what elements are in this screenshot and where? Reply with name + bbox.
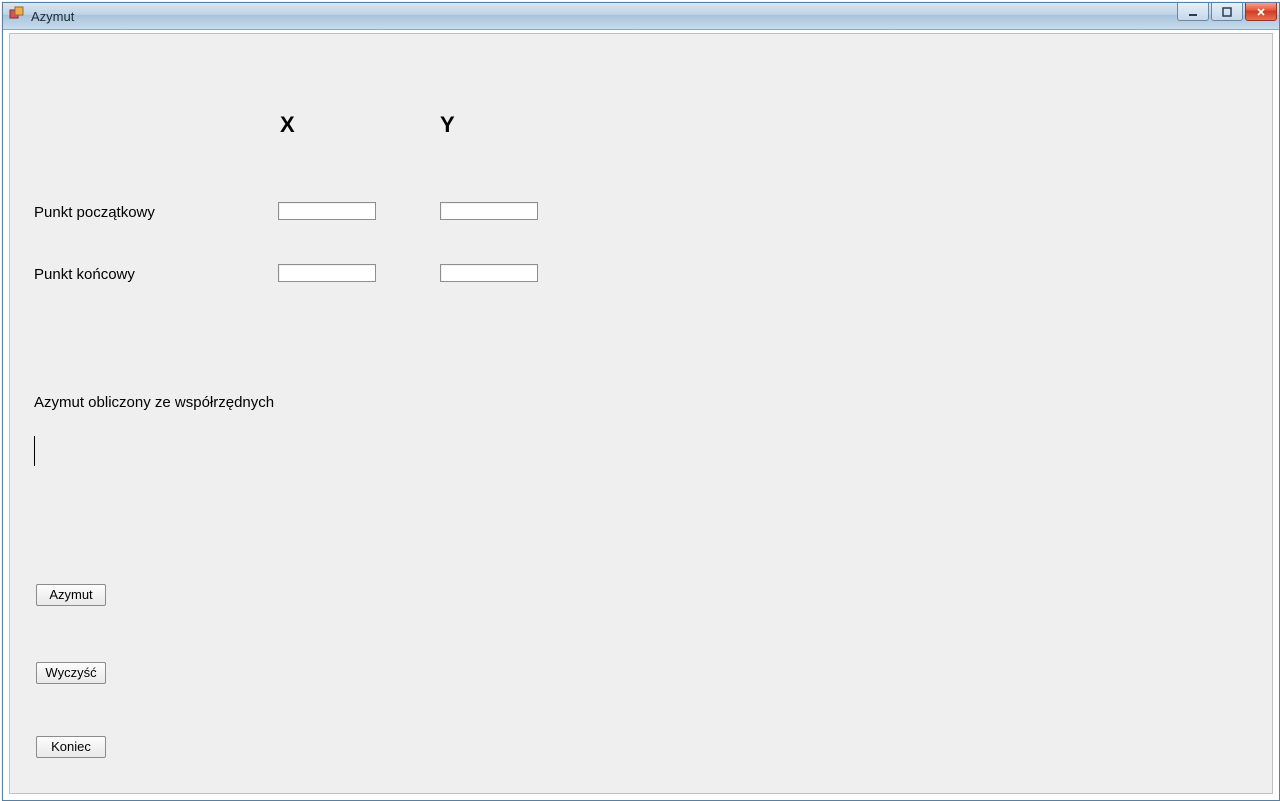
- azymut-button[interactable]: Azymut: [36, 584, 106, 606]
- column-header-y: Y: [440, 112, 455, 138]
- maximize-button[interactable]: [1211, 3, 1243, 21]
- clear-button[interactable]: Wyczyść: [36, 662, 106, 684]
- label-end-point: Punkt końcowy: [34, 266, 135, 283]
- result-value: [34, 436, 41, 466]
- minimize-button[interactable]: [1177, 3, 1209, 21]
- label-start-point: Punkt początkowy: [34, 204, 155, 221]
- start-x-input[interactable]: [278, 202, 376, 220]
- app-window: Azymut X Y Punkt początkowy Punkt końcow…: [2, 2, 1280, 801]
- end-y-input[interactable]: [440, 264, 538, 282]
- window-controls: [1177, 3, 1277, 21]
- app-icon: [9, 6, 25, 27]
- client-area: X Y Punkt początkowy Punkt końcowy Azymu…: [9, 33, 1273, 794]
- label-result-caption: Azymut obliczony ze współrzędnych: [34, 394, 274, 411]
- window-title: Azymut: [31, 9, 74, 24]
- column-header-x: X: [280, 112, 295, 138]
- titlebar[interactable]: Azymut: [3, 3, 1279, 30]
- end-x-input[interactable]: [278, 264, 376, 282]
- end-button[interactable]: Koniec: [36, 736, 106, 758]
- start-y-input[interactable]: [440, 202, 538, 220]
- close-button[interactable]: [1245, 3, 1277, 21]
